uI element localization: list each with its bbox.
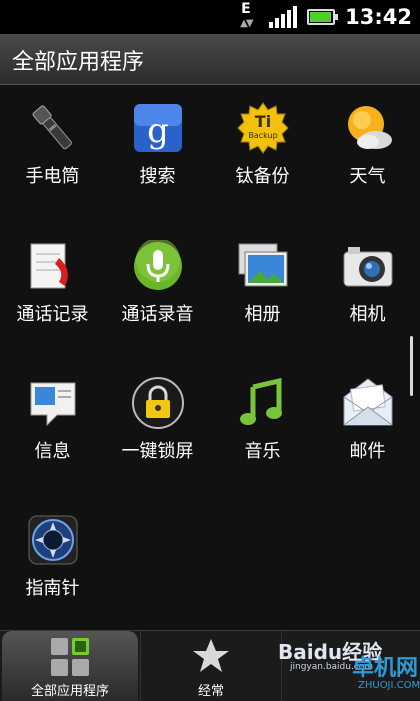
app-music[interactable]: 音乐 — [210, 365, 315, 475]
app-label: 相册 — [244, 304, 281, 325]
page-title: 全部应用程序 — [12, 50, 145, 75]
call-recorder-icon — [134, 240, 182, 290]
app-drawer-header: 全部应用程序 — [0, 34, 420, 85]
app-label: 一键锁屏 — [121, 441, 194, 462]
network-type: E — [241, 1, 251, 17]
status-time: 13:42 — [345, 5, 412, 29]
tab-label: 全部应用程序 — [30, 684, 109, 699]
app-titanium-backup[interactable]: Ti Backup 钛备份 — [210, 90, 315, 200]
camera-icon — [343, 247, 393, 287]
app-call-recorder[interactable]: 通话录音 — [105, 228, 210, 338]
lock-screen-icon — [132, 377, 184, 429]
compass-icon — [28, 515, 78, 565]
app-gallery[interactable]: 相册 — [210, 228, 315, 338]
signal-strength-icon — [269, 6, 298, 28]
svg-text:Backup: Backup — [248, 131, 277, 140]
app-label: 信息 — [34, 441, 71, 462]
gallery-icon — [238, 243, 288, 287]
app-camera[interactable]: 相机 — [315, 228, 420, 338]
app-label: 邮件 — [349, 441, 386, 462]
app-label: 天气 — [349, 166, 386, 187]
svg-text:Ti: Ti — [255, 112, 271, 131]
app-label: 相机 — [349, 304, 386, 325]
weather-icon — [348, 106, 392, 149]
all-apps-grid-icon — [51, 638, 89, 676]
zhuoji-watermark: 卓机网 — [352, 656, 419, 681]
app-label: 指南针 — [25, 578, 80, 599]
zhuoji-url-watermark: ZHUOJI.COM — [358, 680, 420, 691]
app-label: 手电筒 — [25, 166, 80, 187]
app-flashlight[interactable]: 手电筒 — [0, 90, 105, 200]
scrollbar[interactable] — [410, 336, 413, 396]
mail-icon — [343, 378, 393, 426]
tab-frequent[interactable]: 经常 — [140, 631, 282, 701]
music-icon — [240, 377, 282, 425]
status-bar: E ▲▼ 13:42 — [0, 0, 420, 34]
svg-text:g: g — [147, 111, 169, 151]
tab-label: 经常 — [197, 684, 224, 699]
app-weather[interactable]: 天气 — [315, 90, 420, 200]
tab-all-apps[interactable]: 全部应用程序 — [2, 631, 138, 701]
app-search[interactable]: g 搜索 — [105, 90, 210, 200]
network-edge-icon: E ▲▼ — [240, 1, 253, 29]
app-label: 搜索 — [139, 166, 176, 187]
call-log-icon — [30, 243, 68, 289]
app-call-log[interactable]: 通话记录 — [0, 228, 105, 338]
app-mail[interactable]: 邮件 — [315, 365, 420, 475]
app-label: 通话录音 — [121, 304, 194, 325]
app-label: 钛备份 — [235, 166, 290, 187]
titanium-backup-icon: Ti Backup — [237, 102, 289, 154]
star-icon — [193, 639, 229, 672]
flashlight-icon — [32, 105, 72, 150]
app-lock-screen[interactable]: 一键锁屏 — [105, 365, 210, 475]
app-label: 通话记录 — [16, 304, 89, 325]
messages-icon — [30, 382, 76, 427]
battery-icon — [307, 9, 339, 25]
google-search-icon: g — [134, 104, 182, 152]
app-messages[interactable]: 信息 — [0, 365, 105, 475]
app-label: 音乐 — [244, 441, 281, 462]
app-compass[interactable]: 指南针 — [0, 502, 105, 612]
